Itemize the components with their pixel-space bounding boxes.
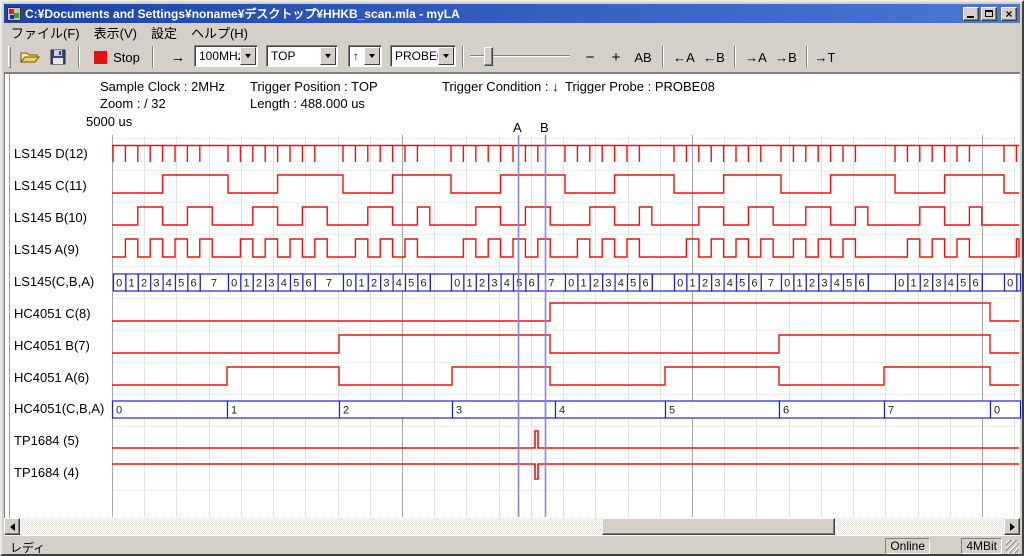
maximize-button[interactable] — [981, 7, 997, 21]
statusbar: レディ Online 4MBit — [4, 535, 1020, 556]
menu-view[interactable]: 表示(V) — [87, 22, 144, 43]
save-floppy-icon — [50, 49, 66, 65]
toolbar-separator — [78, 46, 80, 68]
stop-label: Stop — [113, 50, 140, 65]
menu-file[interactable]: ファイル(F) — [4, 22, 87, 43]
goto-cursor-b-right-button[interactable]: →B — [772, 45, 800, 69]
chevron-down-icon — [245, 54, 251, 58]
window-title: C:¥Documents and Settings¥noname¥デスクトップ¥… — [25, 5, 961, 22]
chevron-down-icon — [443, 54, 449, 58]
toolbar-separator — [152, 46, 154, 68]
goto-trigger-button[interactable]: →T — [812, 45, 838, 69]
dropdown-button[interactable] — [364, 47, 380, 65]
channel-label: LS145 B(10) — [14, 210, 87, 225]
cursor-b-label: B — [540, 120, 549, 135]
panel-splitter[interactable] — [7, 74, 10, 518]
goto-cursor-a-left-button[interactable]: ←A — [670, 45, 698, 69]
close-button[interactable]: × — [1001, 7, 1017, 21]
dropdown-button[interactable] — [240, 47, 256, 65]
open-folder-icon — [20, 49, 40, 65]
app-window: C:¥Documents and Settings¥noname¥デスクトップ¥… — [0, 0, 1024, 556]
channel-label: HC4051 A(6) — [14, 370, 89, 385]
zoom-ab-button[interactable]: AB — [630, 45, 656, 69]
chevron-down-icon — [369, 54, 375, 58]
dropdown-button[interactable] — [320, 47, 336, 65]
minimize-icon — [967, 16, 974, 18]
trigger-edge-combo[interactable]: ↑ — [348, 45, 382, 67]
minimize-button[interactable] — [963, 7, 979, 21]
stop-button[interactable]: Stop — [88, 45, 146, 69]
horizontal-scrollbar[interactable] — [4, 518, 1020, 535]
scrollbar-thumb[interactable] — [602, 518, 835, 535]
zoom-slider-handle[interactable] — [484, 47, 493, 66]
arrow-right-icon — [1010, 523, 1015, 531]
trigger-probe-value: PROBE00 — [391, 49, 438, 63]
maximize-icon — [985, 10, 993, 17]
save-button[interactable] — [45, 45, 71, 69]
cursor-a-label: A — [513, 120, 522, 135]
sample-clock-value: 100MHz — [195, 49, 240, 63]
toolbar-grip[interactable] — [8, 46, 11, 68]
channel-label: HC4051 C(8) — [14, 306, 91, 321]
status-online-indicator: Online — [885, 538, 930, 554]
info-length: Length : 488.000 us — [250, 96, 365, 111]
info-zoom: Zoom : / 32 — [100, 96, 166, 111]
scroll-left-button[interactable] — [4, 518, 20, 535]
chevron-down-icon — [325, 54, 331, 58]
toolbar-separator — [662, 46, 664, 68]
info-trigger-condition: Trigger Condition : ↓ — [442, 79, 559, 94]
waveform-client-area — [4, 73, 1020, 518]
zoom-in-button[interactable]: + — [606, 45, 626, 69]
info-sample-clock: Sample Clock : 2MHz — [100, 79, 225, 94]
close-icon: × — [1002, 7, 1016, 21]
stop-icon — [94, 51, 107, 64]
scroll-right-button[interactable] — [1004, 518, 1020, 535]
toolbar-separator — [734, 46, 736, 68]
goto-cursor-a-right-button[interactable]: →A — [742, 45, 770, 69]
channel-label: LS145(C,B,A) — [14, 274, 94, 289]
channel-label: HC4051(C,B,A) — [14, 401, 104, 416]
arrow-left-icon — [10, 523, 15, 531]
app-icon — [7, 7, 21, 21]
channel-label: TP1684 (4) — [14, 465, 79, 480]
toolbar: Stop → 100MHz TOP ↑ PROBE00 − + AB ←A ←B — [4, 41, 1020, 73]
channel-label: LS145 A(9) — [14, 242, 79, 257]
menubar: ファイル(F) 表示(V) 設定 ヘルプ(H) — [4, 23, 1020, 41]
channel-label: TP1684 (5) — [14, 433, 79, 448]
channel-label: LS145 D(12) — [14, 146, 88, 161]
dropdown-button[interactable] — [438, 47, 454, 65]
menu-help[interactable]: ヘルプ(H) — [184, 22, 255, 43]
single-run-button[interactable]: → — [160, 45, 196, 69]
status-memory-indicator: 4MBit — [961, 538, 1002, 554]
titlebar[interactable]: C:¥Documents and Settings¥noname¥デスクトップ¥… — [4, 4, 1020, 23]
channel-label: HC4051 B(7) — [14, 338, 90, 353]
status-ready-text: レディ — [10, 539, 45, 556]
info-trigger-position: Trigger Position : TOP — [250, 79, 378, 94]
sample-clock-combo[interactable]: 100MHz — [194, 45, 258, 67]
ruler-scale-label: 5000 us — [86, 114, 132, 129]
trigger-edge-value: ↑ — [349, 49, 364, 63]
trigger-position-combo[interactable]: TOP — [266, 45, 338, 67]
zoom-out-button[interactable]: − — [580, 45, 600, 69]
zoom-slider[interactable] — [470, 55, 570, 57]
toolbar-separator — [462, 46, 464, 68]
trigger-probe-combo[interactable]: PROBE00 — [390, 45, 456, 67]
menu-settings[interactable]: 設定 — [144, 22, 184, 43]
trigger-position-value: TOP — [267, 49, 320, 63]
open-file-button[interactable] — [17, 45, 43, 69]
info-trigger-probe: Trigger Probe : PROBE08 — [565, 79, 715, 94]
toolbar-separator — [806, 46, 808, 68]
channel-label: LS145 C(11) — [14, 178, 87, 193]
goto-cursor-b-left-button[interactable]: ←B — [700, 45, 728, 69]
resize-grip[interactable] — [1006, 540, 1019, 553]
